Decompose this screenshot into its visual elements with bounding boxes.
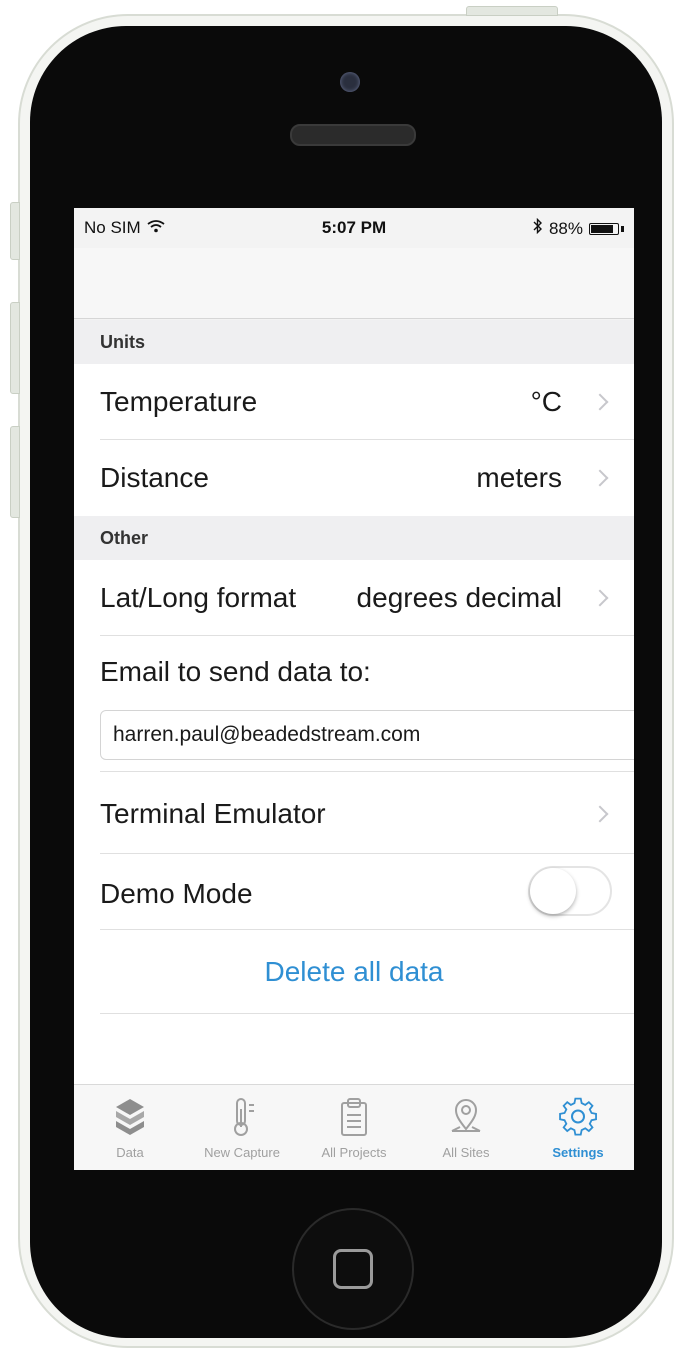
tab-settings[interactable]: Settings (522, 1085, 634, 1170)
temperature-label: Temperature (100, 386, 258, 417)
thermometer-icon (234, 1098, 254, 1136)
demo-mode-row: Demo Mode (74, 854, 634, 930)
earpiece-speaker (290, 124, 416, 146)
volume-down-button (10, 426, 20, 518)
chevron-right-icon (591, 589, 609, 607)
email-label: Email to send data to: (100, 656, 371, 687)
front-camera (340, 72, 360, 92)
mute-switch (10, 202, 20, 260)
temperature-row[interactable]: Temperature °C (74, 364, 634, 440)
battery-percent: 88% (548, 218, 583, 238)
power-button (466, 6, 558, 16)
tab-label: All Sites (442, 1145, 490, 1160)
email-row: Email to send data to: (74, 636, 634, 772)
chevron-right-icon (591, 805, 609, 823)
battery-tip (621, 225, 624, 232)
temperature-value: °C (530, 386, 562, 417)
navigation-bar (74, 248, 634, 319)
tab-label: New Capture (204, 1145, 280, 1160)
demo-mode-toggle[interactable] (528, 866, 612, 916)
email-field[interactable] (100, 710, 634, 760)
home-button[interactable] (292, 1208, 414, 1330)
latlong-format-value: degrees decimal (356, 582, 562, 613)
section-header-units: Units (74, 320, 634, 364)
battery-level (591, 224, 613, 233)
latlong-format-label: Lat/Long format (100, 582, 297, 613)
home-square-icon (333, 1249, 373, 1289)
delete-row: Delete all data (74, 930, 634, 1014)
tab-new-capture[interactable]: New Capture (186, 1085, 298, 1170)
latlong-format-row[interactable]: Lat/Long format degrees decimal (74, 560, 634, 636)
status-bar: No SIM 5:07 PM 88% (74, 208, 634, 248)
demo-mode-label: Demo Mode (100, 878, 253, 909)
tab-data[interactable]: Data (74, 1085, 186, 1170)
distance-row[interactable]: Distance meters (74, 440, 634, 516)
tab-bar: Data New Capture All Projects All Sites … (74, 1084, 634, 1170)
map-pin-icon (451, 1099, 481, 1132)
tab-all-sites[interactable]: All Sites (410, 1085, 522, 1170)
volume-up-button (10, 302, 20, 394)
section-header-other: Other (74, 516, 634, 560)
tab-label: Data (116, 1145, 144, 1160)
toggle-knob (530, 868, 576, 914)
terminal-emulator-row[interactable]: Terminal Emulator (74, 772, 634, 854)
distance-label: Distance (100, 462, 209, 493)
delete-all-data-button[interactable]: Delete all data (74, 956, 634, 988)
chevron-right-icon (591, 469, 609, 487)
battery-icon (589, 222, 619, 235)
tab-label: Settings (552, 1145, 604, 1160)
chevron-right-icon (591, 393, 609, 411)
distance-value: meters (476, 462, 562, 493)
app-screen: No SIM 5:07 PM 88% Units Temperature °C … (74, 208, 634, 1170)
clipboard-icon (341, 1098, 367, 1136)
tab-label: All Projects (321, 1145, 387, 1160)
tab-all-projects[interactable]: All Projects (298, 1085, 410, 1170)
empty-area (74, 1014, 634, 1084)
terminal-emulator-label: Terminal Emulator (100, 798, 326, 829)
gear-icon (559, 1097, 597, 1136)
data-icon (116, 1099, 144, 1135)
bluetooth-icon (533, 217, 543, 239)
